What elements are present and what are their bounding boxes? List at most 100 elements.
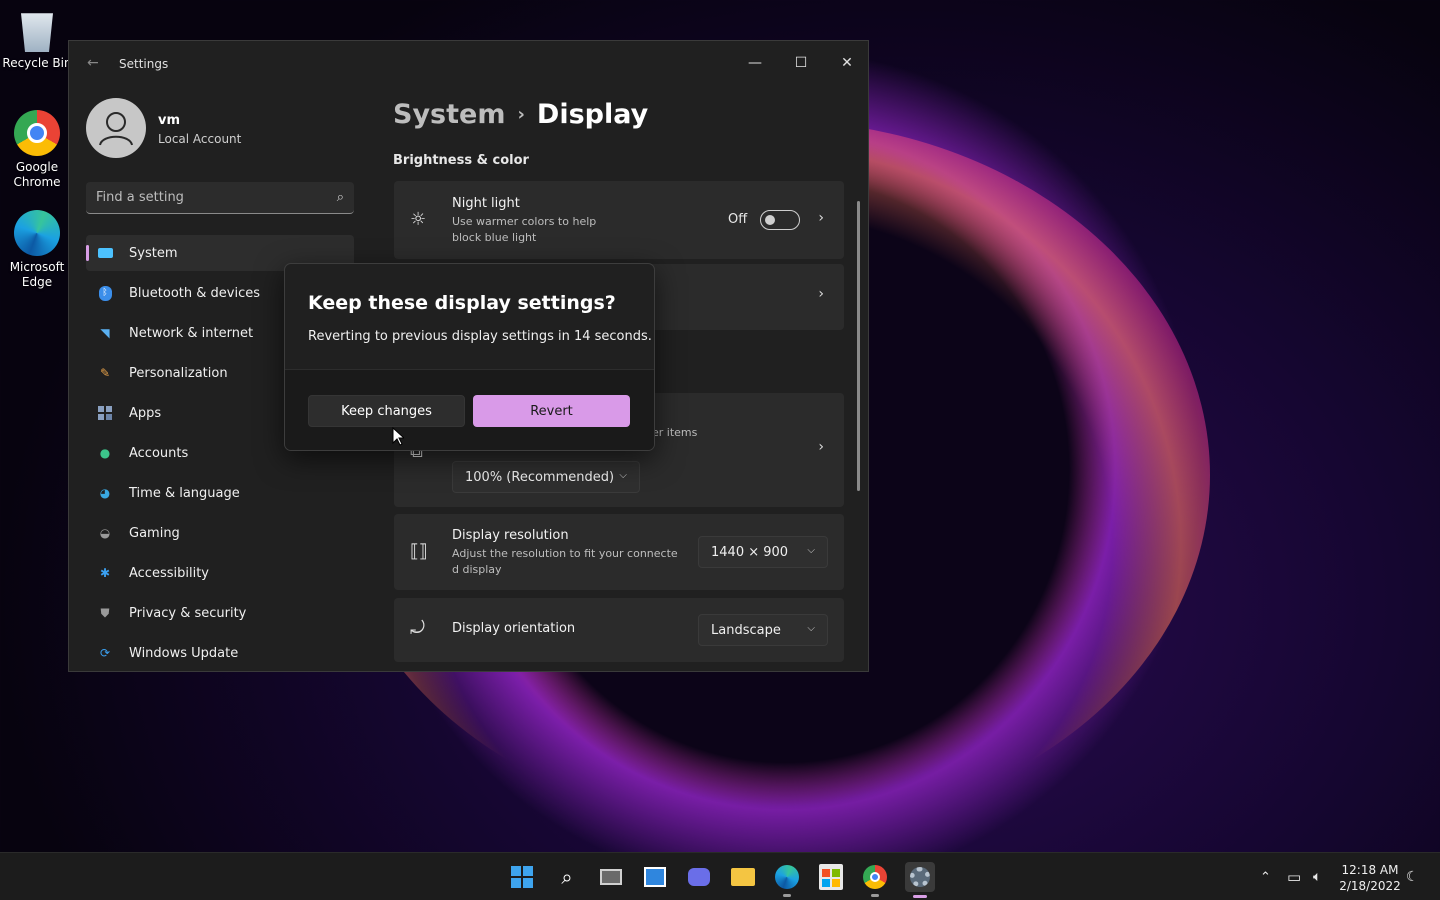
running-indicator xyxy=(871,894,879,897)
sidebar-item-label: System xyxy=(129,245,178,261)
page-title: Display xyxy=(536,99,649,130)
chevron-right-icon[interactable]: › xyxy=(818,439,824,455)
sidebar-item-label: Network & internet xyxy=(129,325,254,341)
profile-name: vm xyxy=(158,113,181,128)
sidebar-item-label: Apps xyxy=(129,405,162,421)
resolution-dropdown[interactable]: 1440 × 900 ⌵ xyxy=(698,536,828,568)
resolution-value: 1440 × 900 xyxy=(711,544,789,560)
sidebar-item-label: Windows Update xyxy=(129,645,239,661)
chevron-right-icon[interactable]: › xyxy=(818,286,824,302)
sidebar-item-label: Accounts xyxy=(129,445,189,461)
resolution-subtitle: Adjust the resolution to fit your connec… xyxy=(452,547,678,576)
mouse-cursor-icon xyxy=(392,427,404,446)
night-light-card[interactable]: ☼ Night light Use warmer colors to help b… xyxy=(394,181,844,259)
sidebar-item-time-language[interactable]: ◕ Time & language xyxy=(86,475,354,511)
user-icon xyxy=(99,112,133,146)
start-icon[interactable] xyxy=(508,863,536,891)
orientation-value: Landscape xyxy=(711,622,781,638)
section-title: Brightness & color xyxy=(393,153,529,168)
sidebar-item-label: Personalization xyxy=(129,365,228,381)
breadcrumb-separator-icon: › xyxy=(517,104,525,125)
sidebar-item-windows-update[interactable]: ⟳ Windows Update xyxy=(86,635,354,671)
settings-icon[interactable] xyxy=(905,862,935,898)
store-icon[interactable] xyxy=(817,863,845,891)
resolution-title: Display resolution xyxy=(452,528,569,543)
scale-value: 100% (Recommended) xyxy=(465,469,615,485)
desktop-icon-label: Recycle Bin xyxy=(2,56,72,70)
display-orientation-card: ⤾ Display orientation Landscape ⌵ xyxy=(394,598,844,662)
chevron-down-icon: ⌵ xyxy=(807,623,815,634)
dialog-message: Reverting to previous display settings i… xyxy=(308,329,652,344)
search-input[interactable] xyxy=(96,182,316,213)
window-title: Settings xyxy=(119,57,169,71)
keep-changes-button[interactable]: Keep changes xyxy=(308,395,465,427)
sidebar-item-accessibility[interactable]: ✱ Accessibility xyxy=(86,555,354,591)
night-light-title: Night light xyxy=(452,196,520,211)
edge-icon xyxy=(14,210,60,256)
chrome-icon[interactable] xyxy=(861,863,889,897)
orientation-title: Display orientation xyxy=(452,621,576,636)
search-box[interactable]: ⌕ xyxy=(86,182,354,214)
brush-icon: ✎ xyxy=(99,366,111,380)
orientation-icon: ⤾ xyxy=(410,618,425,639)
bluetooth-icon: ᛒ xyxy=(97,285,113,301)
breadcrumb: System › Display xyxy=(393,99,648,130)
active-indicator xyxy=(913,895,927,898)
edge-icon[interactable] xyxy=(773,863,801,897)
file-explorer-icon[interactable] xyxy=(729,863,757,891)
clock-date: 2/18/2022 xyxy=(1339,879,1401,893)
night-light-state: Off xyxy=(728,212,748,227)
chevron-down-icon: ⌵ xyxy=(807,545,815,556)
scale-subtitle-partial: er items xyxy=(652,426,698,439)
breadcrumb-parent[interactable]: System xyxy=(393,99,505,130)
network-icon[interactable]: ▭ xyxy=(1287,853,1301,900)
scale-dropdown[interactable]: 100% (Recommended) ⌵ xyxy=(452,461,640,493)
night-light-subtitle: Use warmer colors to help block blue ligh… xyxy=(452,215,597,244)
chevron-down-icon: ⌵ xyxy=(619,470,627,481)
system-icon xyxy=(97,245,113,261)
shield-icon: ⛊ xyxy=(100,605,110,620)
avatar[interactable] xyxy=(86,98,146,158)
focus-assist-moon-icon[interactable]: ☾ xyxy=(1406,853,1419,900)
sidebar-item-label: Bluetooth & devices xyxy=(129,285,260,301)
desktop-icon-chrome[interactable]: Google Chrome xyxy=(2,110,72,190)
taskbar: ⌕ ⌃ ▭ 🔈︎ 12:18 AM 2/18/2022 ☾ xyxy=(0,852,1440,900)
desktop-icon-edge[interactable]: Microsoft Edge xyxy=(2,210,72,290)
desktop-icon-recycle-bin[interactable]: Recycle Bin xyxy=(2,8,72,71)
desktop-icon-label: Google Chrome xyxy=(13,160,61,189)
wifi-icon: ◥ xyxy=(100,326,110,340)
update-icon: ⟳ xyxy=(99,646,111,660)
dialog-footer: Keep changes Revert xyxy=(285,369,654,450)
taskbar-clock[interactable]: 12:18 AM 2/18/2022 xyxy=(1338,862,1402,894)
task-view-icon[interactable] xyxy=(597,863,625,891)
sidebar-item-label: Time & language xyxy=(129,485,240,501)
widgets-icon[interactable] xyxy=(641,863,669,891)
show-hidden-icons-chevron-icon[interactable]: ⌃ xyxy=(1260,853,1271,900)
resolution-icon: ⟦⟧ xyxy=(410,541,428,562)
orientation-dropdown[interactable]: Landscape ⌵ xyxy=(698,614,828,646)
dialog-title: Keep these display settings? xyxy=(308,292,616,314)
sidebar-item-privacy[interactable]: ⛊ Privacy & security xyxy=(86,595,354,631)
search-icon[interactable]: ⌕ xyxy=(553,863,581,891)
desktop-icon-label: Microsoft Edge xyxy=(9,260,65,289)
search-icon[interactable]: ⌕ xyxy=(337,190,344,205)
back-arrow-icon[interactable]: ← xyxy=(87,55,99,71)
accessibility-icon: ✱ xyxy=(99,566,111,580)
sidebar-item-gaming[interactable]: ◒ Gaming xyxy=(86,515,354,551)
night-light-toggle[interactable] xyxy=(760,210,800,230)
volume-muted-icon[interactable]: 🔈︎ xyxy=(1313,853,1321,900)
sidebar-item-label: Accessibility xyxy=(129,565,209,581)
clock-time: 12:18 AM xyxy=(1341,863,1399,877)
chrome-icon xyxy=(14,110,60,156)
scrollbar[interactable] xyxy=(857,201,860,491)
profile-account-type: Local Account xyxy=(158,132,242,146)
keep-settings-dialog: Keep these display settings? Reverting t… xyxy=(284,263,655,451)
gamepad-icon: ◒ xyxy=(99,526,111,540)
accounts-icon: ● xyxy=(99,446,111,460)
running-indicator xyxy=(783,894,791,897)
apps-icon xyxy=(97,405,113,421)
chevron-right-icon[interactable]: › xyxy=(818,210,824,226)
sidebar-item-label: Privacy & security xyxy=(129,605,247,621)
revert-button[interactable]: Revert xyxy=(473,395,630,427)
chat-icon[interactable] xyxy=(685,863,713,891)
